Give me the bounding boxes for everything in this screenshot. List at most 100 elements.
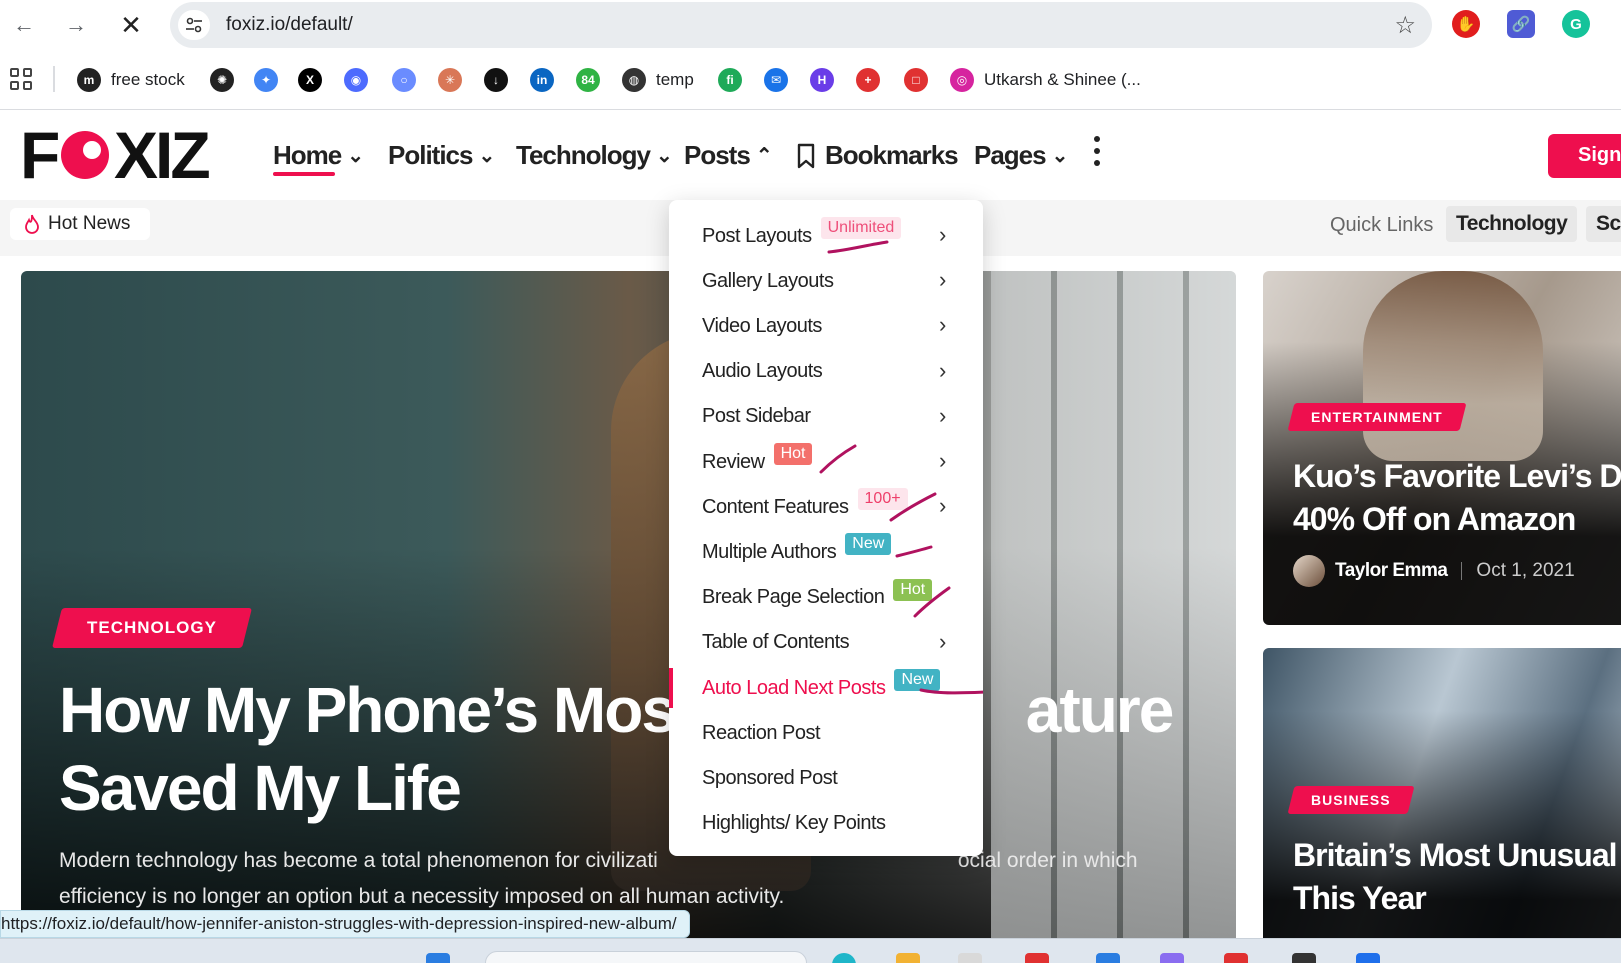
app-icon[interactable] <box>1160 953 1184 963</box>
menu-item-post-layouts[interactable]: Post Layouts Unlimited › <box>669 214 983 258</box>
bookmark-openai[interactable]: ✺ <box>210 66 244 94</box>
chevron-right-icon: › <box>939 493 946 519</box>
bookmark-x[interactable]: X <box>298 66 332 94</box>
menu-item-video-layouts[interactable]: Video Layouts › <box>669 304 983 348</box>
arrow-right-icon: → <box>65 12 87 37</box>
address-bar[interactable]: foxiz.io/default/ ☆ <box>170 2 1432 48</box>
bookmark-square[interactable]: □ <box>904 66 938 94</box>
menu-item-audio-layouts[interactable]: Audio Layouts › <box>669 350 983 394</box>
app-icon[interactable] <box>1224 953 1248 963</box>
bookmark-fi[interactable]: fi <box>718 66 752 94</box>
bookmark-temp[interactable]: ◍ temp <box>622 66 694 94</box>
copilot-icon[interactable] <box>832 953 856 963</box>
bookmark-h[interactable]: H <box>810 66 844 94</box>
hero-category-badge[interactable]: TECHNOLOGY <box>52 608 252 648</box>
nav-technology[interactable]: Technology ⌄ <box>516 140 673 171</box>
84-icon: 84 <box>576 68 600 92</box>
menu-item-post-sidebar[interactable]: Post Sidebar › <box>669 395 983 439</box>
tune-icon <box>186 17 202 33</box>
menu-item-gallery-layouts[interactable]: Gallery Layouts › <box>669 259 983 303</box>
menu-badge: New <box>845 533 892 556</box>
card-title[interactable]: Britain’s Most Unusual H This Year <box>1293 834 1621 920</box>
bookmark-inbox[interactable]: ✉ <box>764 66 798 94</box>
nav-label: Bookmarks <box>825 140 959 170</box>
bookmark-84[interactable]: 84 <box>576 66 610 94</box>
site-info-button[interactable] <box>178 10 210 40</box>
nav-pages[interactable]: Pages ⌄ <box>974 140 1068 171</box>
chevron-down-icon: ⌄ <box>347 145 364 167</box>
bookmark-icon <box>797 143 815 168</box>
menu-item-label: Content Features <box>702 495 849 518</box>
taskbar-search[interactable] <box>485 951 807 963</box>
foxiz-logo[interactable]: F XIZ <box>20 120 226 190</box>
apps-grid-icon[interactable] <box>10 68 32 90</box>
more-menu-icon[interactable] <box>1094 136 1100 166</box>
menu-item-sponsored-post[interactable]: Sponsored Post <box>669 756 983 800</box>
back-button[interactable]: ← <box>7 8 41 42</box>
nav-label: Pages <box>974 140 1047 170</box>
app-icon[interactable] <box>1356 953 1380 963</box>
menu-item-label: Post Layouts <box>702 224 812 247</box>
menu-item-label: Audio Layouts <box>702 360 823 383</box>
menu-item-auto-load-next-posts[interactable]: Auto Load Next Posts New <box>669 666 983 710</box>
post-card-entertainment[interactable]: ENTERTAINMENT Kuo’s Favorite Levi’s Der 4… <box>1263 271 1621 625</box>
menu-item-label: Highlights/ Key Points <box>702 812 886 835</box>
quick-link-science[interactable]: Sci <box>1586 206 1621 242</box>
adblock-icon[interactable]: ✋ <box>1452 10 1480 38</box>
nav-posts[interactable]: Posts ⌃ <box>684 140 773 171</box>
menu-item-break-page-selection[interactable]: Break Page Selection Hot <box>669 576 983 620</box>
chrome-icon[interactable] <box>958 953 982 963</box>
nav-bookmarks[interactable]: Bookmarks <box>797 140 959 171</box>
nav-home[interactable]: Home ⌄ <box>273 140 364 171</box>
menu-item-table-of-contents[interactable]: Table of Contents › <box>669 621 983 665</box>
card-category-badge[interactable]: BUSINESS <box>1287 786 1415 814</box>
menu-item-reaction-post[interactable]: Reaction Post <box>669 711 983 755</box>
calendar-icon[interactable] <box>1096 953 1120 963</box>
card-category-badge[interactable]: ENTERTAINMENT <box>1287 403 1467 431</box>
bookmark-star-icon[interactable]: ☆ <box>1394 11 1416 40</box>
bookmark-label: free stock <box>111 70 185 89</box>
hero-title[interactable]: How My Phone’s Most / ature Saved My Life <box>59 671 1189 827</box>
post-card-business[interactable]: BUSINESS Britain’s Most Unusual H This Ye… <box>1263 648 1621 963</box>
bookmark-plus[interactable]: + <box>856 66 890 94</box>
menu-item-label: Post Sidebar <box>702 405 811 428</box>
bookmark-ring[interactable]: ○ <box>392 66 426 94</box>
card-meta: Taylor Emma Oct 1, 2021 <box>1293 555 1575 587</box>
bookmark-free-stock[interactable]: m free stock <box>77 66 185 94</box>
file-explorer-icon[interactable] <box>896 953 920 963</box>
nav-politics[interactable]: Politics ⌄ <box>388 140 495 171</box>
menu-item-review[interactable]: Review Hot › <box>669 440 983 484</box>
site-header: F XIZ Home ⌄ Politics ⌄ Technology ⌄ Posts ⌃ Boo… <box>0 110 1621 200</box>
app-icon[interactable] <box>1025 953 1049 963</box>
stop-loading-button[interactable]: ✕ <box>114 8 148 42</box>
hot-news-button[interactable]: Hot News <box>10 208 150 240</box>
bookmark-claude[interactable]: ✳ <box>438 66 472 94</box>
instagram-icon: ◎ <box>950 68 974 92</box>
menu-item-label: Break Page Selection <box>702 586 885 609</box>
flame-icon <box>25 214 39 234</box>
post-date: Oct 1, 2021 <box>1476 560 1575 581</box>
url-text[interactable]: foxiz.io/default/ <box>226 14 353 36</box>
grammarly-icon[interactable]: G <box>1562 10 1590 38</box>
chevron-right-icon: › <box>939 628 946 654</box>
forward-button[interactable]: → <box>59 8 93 42</box>
bookmark-download[interactable]: ↓ <box>484 66 518 94</box>
bookmark-utkarsh-shinee[interactable]: ◎ Utkarsh & Shinee (... <box>950 66 1141 94</box>
link-icon[interactable]: 🔗 <box>1507 10 1535 38</box>
avatar[interactable] <box>1293 555 1325 587</box>
plus-icon: + <box>856 68 880 92</box>
menu-item-multiple-authors[interactable]: Multiple Authors New <box>669 530 983 574</box>
author-name[interactable]: Taylor Emma <box>1335 560 1448 582</box>
sign-in-button[interactable]: Sign I <box>1548 134 1621 178</box>
hot-news-label: Hot News <box>48 213 131 234</box>
bookmark-linkedin[interactable]: in <box>530 66 564 94</box>
hero-post[interactable]: TECHNOLOGY How My Phone’s Most / ature Sa… <box>21 271 1236 963</box>
bookmark-deepseek[interactable]: ◉ <box>344 66 378 94</box>
menu-item-content-features[interactable]: Content Features 100+ › <box>669 485 983 529</box>
app-icon[interactable] <box>1292 953 1316 963</box>
windows-start-icon[interactable] <box>426 953 450 963</box>
bookmark-gemini[interactable]: ✦ <box>254 66 288 94</box>
menu-item-highlights-key-points[interactable]: Highlights/ Key Points <box>669 802 983 846</box>
quick-link-technology[interactable]: Technology <box>1446 206 1578 242</box>
card-title[interactable]: Kuo’s Favorite Levi’s Der 40% Off on Amaz… <box>1293 455 1621 541</box>
